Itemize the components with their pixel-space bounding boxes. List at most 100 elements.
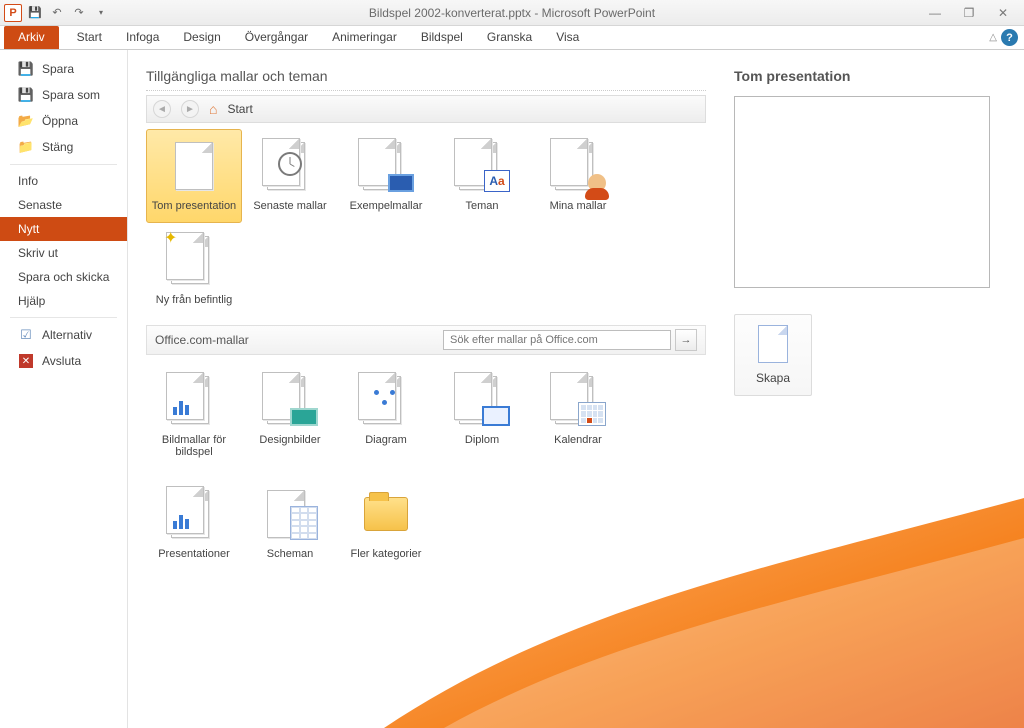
minimize-button[interactable]: — bbox=[924, 4, 946, 22]
sidebar-item-hjalp[interactable]: Hjälp bbox=[0, 289, 127, 313]
category-kalendrar[interactable]: Kalendrar bbox=[530, 363, 626, 469]
qat-dropdown-icon[interactable]: ▾ bbox=[92, 4, 110, 22]
tab-start[interactable]: Start bbox=[65, 26, 114, 49]
create-button[interactable]: Skapa bbox=[734, 314, 812, 396]
template-label: Mina mallar bbox=[550, 200, 607, 212]
app-icon[interactable]: P bbox=[4, 4, 22, 22]
template-label: Teman bbox=[465, 200, 498, 212]
sample-templates-icon bbox=[358, 138, 414, 194]
category-scheman[interactable]: Scheman bbox=[242, 477, 338, 571]
sidebar-item-label: Öppna bbox=[42, 114, 78, 128]
category-fler-kategorier[interactable]: Fler kategorier bbox=[338, 477, 434, 571]
breadcrumb-text: Start bbox=[227, 102, 252, 116]
close-button[interactable]: ✕ bbox=[992, 4, 1014, 22]
sidebar-item-stang[interactable]: 📁Stäng bbox=[0, 134, 127, 160]
sidebar-item-label: Spara bbox=[42, 62, 74, 76]
sidebar-item-spara-skicka[interactable]: Spara och skicka bbox=[0, 265, 127, 289]
tab-file[interactable]: Arkiv bbox=[4, 26, 59, 49]
sidebar-item-spara[interactable]: 💾Spara bbox=[0, 56, 127, 82]
design-slides-icon bbox=[262, 372, 318, 428]
sidebar-item-label: Hjälp bbox=[18, 294, 45, 308]
sidebar-item-avsluta[interactable]: ✕Avsluta bbox=[0, 348, 127, 374]
nav-forward-button[interactable]: ► bbox=[181, 100, 199, 118]
save-as-icon: 💾 bbox=[18, 87, 34, 103]
blank-page-icon bbox=[166, 138, 222, 194]
sidebar-item-spara-som[interactable]: 💾 Spara som bbox=[0, 82, 127, 108]
category-grid-2: Presentationer Scheman Fler kategorier bbox=[146, 469, 706, 571]
calendar-grid-icon bbox=[578, 402, 606, 426]
template-ny-fran-befintlig[interactable]: ✦ Ny från befintlig bbox=[146, 223, 242, 317]
tab-infoga[interactable]: Infoga bbox=[114, 26, 171, 49]
search-input[interactable] bbox=[443, 330, 671, 350]
sidebar-item-info[interactable]: Info bbox=[0, 169, 127, 193]
sidebar-item-label: Skriv ut bbox=[18, 246, 58, 260]
template-label: Exempelmallar bbox=[350, 200, 423, 212]
category-label: Diagram bbox=[365, 434, 407, 446]
category-bildmallar[interactable]: Bildmallar för bildspel bbox=[146, 363, 242, 469]
folder-icon: 📁 bbox=[18, 139, 34, 155]
sidebar-item-label: Nytt bbox=[18, 222, 39, 236]
tab-overgangar[interactable]: Övergångar bbox=[233, 26, 320, 49]
template-label: Senaste mallar bbox=[253, 200, 326, 212]
category-grid: Bildmallar för bildspel Designbilder bbox=[146, 355, 706, 469]
minimize-ribbon-icon[interactable]: △ bbox=[989, 32, 997, 43]
new-from-existing-icon: ✦ bbox=[166, 232, 222, 288]
category-diplom[interactable]: Diplom bbox=[434, 363, 530, 469]
presentations-icon bbox=[166, 486, 222, 542]
section-title: Tillgängliga mallar och teman bbox=[146, 68, 706, 91]
monitor-icon bbox=[388, 174, 414, 192]
exit-icon: ✕ bbox=[18, 353, 34, 369]
sidebar-item-label: Alternativ bbox=[42, 328, 92, 342]
create-label: Skapa bbox=[756, 371, 790, 385]
category-diagram[interactable]: Diagram bbox=[338, 363, 434, 469]
schedules-icon bbox=[262, 486, 318, 542]
tab-bildspel[interactable]: Bildspel bbox=[409, 26, 475, 49]
sidebar-item-alternativ[interactable]: ☑Alternativ bbox=[0, 322, 127, 348]
category-label: Bildmallar för bildspel bbox=[149, 434, 239, 458]
certificate-icon bbox=[482, 406, 510, 426]
category-presentationer[interactable]: Presentationer bbox=[146, 477, 242, 571]
template-grid: Tom presentation Senaste mallar Exempelm… bbox=[146, 129, 706, 223]
restore-button[interactable]: ❐ bbox=[958, 4, 980, 22]
slide-templates-icon bbox=[166, 372, 222, 428]
screen-icon bbox=[290, 408, 318, 426]
window-controls: — ❐ ✕ bbox=[924, 4, 1024, 22]
sidebar-item-oppna[interactable]: 📂Öppna bbox=[0, 108, 127, 134]
redo-icon[interactable]: ↷ bbox=[70, 4, 88, 22]
category-label: Scheman bbox=[267, 548, 313, 560]
help-icon[interactable]: ? bbox=[1001, 29, 1018, 46]
template-teman[interactable]: Aa Teman bbox=[434, 129, 530, 223]
sidebar-item-nytt[interactable]: Nytt bbox=[0, 217, 127, 241]
category-label: Diplom bbox=[465, 434, 499, 446]
save-icon[interactable]: 💾 bbox=[26, 4, 44, 22]
create-page-icon bbox=[758, 325, 788, 363]
sidebar-item-senaste[interactable]: Senaste bbox=[0, 193, 127, 217]
search-button[interactable]: → bbox=[675, 329, 697, 351]
diploma-icon bbox=[454, 372, 510, 428]
template-mina-mallar[interactable]: Mina mallar bbox=[530, 129, 626, 223]
category-label: Fler kategorier bbox=[351, 548, 422, 560]
category-label: Kalendrar bbox=[554, 434, 602, 446]
sidebar-item-label: Spara som bbox=[42, 88, 100, 102]
template-tom-presentation[interactable]: Tom presentation bbox=[146, 129, 242, 223]
undo-icon[interactable]: ↶ bbox=[48, 4, 66, 22]
person-icon bbox=[588, 174, 606, 192]
recent-templates-icon bbox=[262, 138, 318, 194]
category-label: Presentationer bbox=[158, 548, 230, 560]
template-senaste-mallar[interactable]: Senaste mallar bbox=[242, 129, 338, 223]
category-label: Designbilder bbox=[259, 434, 320, 446]
preview-pane: Tom presentation Skapa bbox=[724, 50, 1024, 728]
dots-icon bbox=[372, 388, 400, 408]
template-exempelmallar[interactable]: Exempelmallar bbox=[338, 129, 434, 223]
grid-icon bbox=[290, 506, 318, 540]
nav-back-button[interactable]: ◄ bbox=[153, 100, 171, 118]
tab-design[interactable]: Design bbox=[171, 26, 232, 49]
sidebar-item-skrivut[interactable]: Skriv ut bbox=[0, 241, 127, 265]
home-icon[interactable]: ⌂ bbox=[209, 101, 217, 117]
category-designbilder[interactable]: Designbilder bbox=[242, 363, 338, 469]
tab-animeringar[interactable]: Animeringar bbox=[320, 26, 409, 49]
tab-visa[interactable]: Visa bbox=[544, 26, 591, 49]
tab-granska[interactable]: Granska bbox=[475, 26, 544, 49]
preview-thumbnail bbox=[734, 96, 990, 288]
themes-icon: Aa bbox=[454, 138, 510, 194]
